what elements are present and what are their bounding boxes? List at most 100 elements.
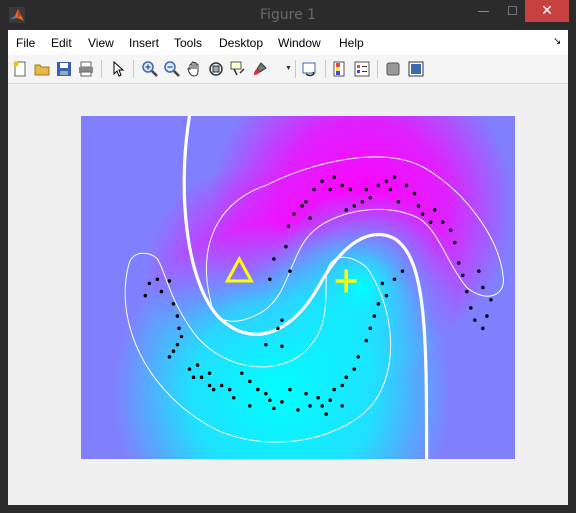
data-point xyxy=(286,224,291,229)
data-point xyxy=(432,208,437,212)
data-point xyxy=(288,269,292,273)
data-point xyxy=(248,404,252,408)
data-point xyxy=(477,269,481,273)
menu-bar: File Edit View Insert Tools Desktop Wind… xyxy=(8,30,568,55)
close-button[interactable]: ✕ xyxy=(525,0,569,22)
data-point xyxy=(440,220,445,224)
menu-edit[interactable]: Edit xyxy=(51,36,72,50)
link-plot-icon[interactable] xyxy=(300,59,320,79)
data-point xyxy=(452,240,457,245)
data-point xyxy=(300,204,304,208)
data-point xyxy=(392,175,397,180)
data-point xyxy=(284,244,288,249)
data-point xyxy=(280,400,284,404)
save-icon[interactable] xyxy=(54,59,74,79)
data-point xyxy=(352,367,357,371)
data-point xyxy=(207,383,212,388)
data-point xyxy=(340,383,344,388)
data-point xyxy=(288,387,292,392)
data-point xyxy=(248,379,252,384)
data-cursor-icon[interactable] xyxy=(228,59,248,79)
new-figure-icon[interactable] xyxy=(10,59,30,79)
show-plot-tools-icon[interactable] xyxy=(406,59,426,79)
data-point xyxy=(320,179,324,184)
data-point xyxy=(384,179,389,184)
data-point xyxy=(167,279,172,283)
data-point xyxy=(167,355,172,359)
data-point xyxy=(272,406,276,411)
data-point xyxy=(219,383,224,388)
figure-canvas xyxy=(8,84,568,505)
zoom-in-icon[interactable] xyxy=(140,59,160,79)
menu-insert[interactable]: Insert xyxy=(129,36,159,50)
data-point xyxy=(211,387,216,392)
menu-file[interactable]: File xyxy=(16,36,35,50)
toolbar-separator xyxy=(325,60,326,78)
data-point xyxy=(469,306,473,310)
data-point xyxy=(177,326,181,331)
data-point xyxy=(324,412,328,416)
data-point xyxy=(388,187,393,192)
data-point xyxy=(272,257,276,261)
data-point xyxy=(356,355,361,359)
data-point xyxy=(268,398,272,402)
data-point xyxy=(231,395,236,400)
data-point xyxy=(175,342,180,347)
data-point xyxy=(380,281,385,286)
data-point xyxy=(268,277,272,282)
dock-figure-icon[interactable]: ↘ xyxy=(553,36,561,47)
data-point xyxy=(344,375,348,380)
data-point xyxy=(239,371,244,376)
data-point xyxy=(348,187,353,192)
data-point xyxy=(456,261,461,265)
data-point xyxy=(304,199,308,204)
data-point xyxy=(332,387,336,392)
menu-window[interactable]: Window xyxy=(278,36,321,50)
data-point xyxy=(155,277,160,282)
data-point xyxy=(372,314,377,318)
rotate-3d-icon[interactable] xyxy=(206,59,226,79)
data-point xyxy=(147,281,152,286)
data-point xyxy=(448,228,453,233)
colorbar-icon[interactable] xyxy=(330,59,350,79)
figure-client-area: File Edit View Insert Tools Desktop Wind… xyxy=(8,30,568,505)
data-point xyxy=(400,269,405,273)
menu-help[interactable]: Help xyxy=(339,36,364,50)
brush-icon[interactable] xyxy=(250,59,270,79)
data-point xyxy=(308,404,312,408)
data-point xyxy=(292,212,296,216)
pan-hand-icon[interactable] xyxy=(184,59,204,79)
data-point xyxy=(207,371,212,376)
zoom-out-icon[interactable] xyxy=(162,59,182,79)
data-point xyxy=(312,187,316,192)
data-point xyxy=(264,342,268,347)
menu-tools[interactable]: Tools xyxy=(174,36,202,50)
data-point xyxy=(195,363,200,367)
data-point xyxy=(143,293,148,298)
data-point xyxy=(364,338,369,343)
toolbar-separator xyxy=(133,60,134,78)
hide-plot-tools-icon[interactable] xyxy=(383,59,403,79)
maximize-button[interactable]: ☐ xyxy=(498,0,527,22)
menu-view[interactable]: View xyxy=(88,36,114,50)
data-point xyxy=(396,199,401,204)
data-point xyxy=(191,375,196,380)
brush-dropdown-icon[interactable]: ▼ xyxy=(285,65,292,72)
data-point xyxy=(340,404,344,408)
plot-axes[interactable] xyxy=(81,116,515,459)
data-point xyxy=(316,395,320,400)
data-point xyxy=(384,293,389,298)
data-point xyxy=(276,326,280,331)
print-icon[interactable] xyxy=(76,59,96,79)
data-point xyxy=(227,387,232,392)
data-point xyxy=(175,314,180,318)
menu-desktop[interactable]: Desktop xyxy=(219,36,263,50)
data-point xyxy=(320,404,324,408)
minimize-button[interactable]: — xyxy=(469,0,498,22)
toolbar-separator xyxy=(295,60,296,78)
legend-icon[interactable] xyxy=(352,59,372,79)
edit-plot-arrow-icon[interactable] xyxy=(108,59,128,79)
open-file-icon[interactable] xyxy=(32,59,52,79)
data-point xyxy=(328,187,332,192)
title-bar[interactable]: Figure 1 — ☐ ✕ xyxy=(0,0,576,30)
